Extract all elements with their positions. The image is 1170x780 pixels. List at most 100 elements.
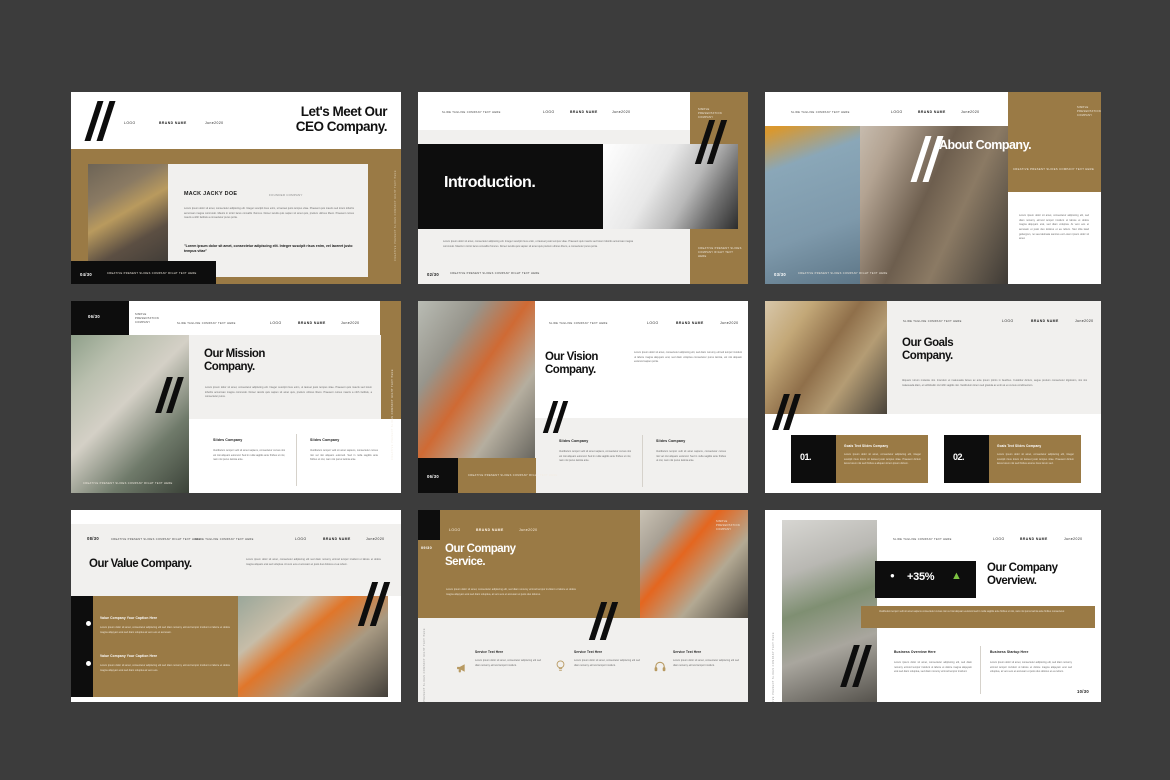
bullet-marker xyxy=(86,661,91,666)
nav-date: June2020 xyxy=(612,110,631,114)
slide-our-mission[interactable]: 06/30 Simple Presentation Company SLIDE … xyxy=(71,301,401,493)
page-number: 04/30 xyxy=(80,272,92,277)
nav-logo[interactable]: LOGO xyxy=(270,321,282,325)
nav-tagline: SLIDE TAGLINE COMPANY TEXT HERE xyxy=(442,111,501,114)
ceo-body: Lorem ipsum dolor sit amet, consectetur … xyxy=(184,207,354,220)
column-divider xyxy=(980,646,981,694)
side-vertical-text: Creative Present Slides Company Text Her… xyxy=(772,632,775,702)
stat-badge[interactable]: ● +35% ▲ xyxy=(875,561,976,598)
nav-brand[interactable]: BRAND NAME xyxy=(1020,537,1048,541)
logo-slash-icon xyxy=(84,101,116,141)
logo-slash-icon xyxy=(542,401,569,433)
banner-text: Vestibulum tempor velit sit amet sapiens… xyxy=(879,610,1065,613)
nav-date: June2020 xyxy=(341,321,360,325)
slide-title: Our Company Overview. xyxy=(987,562,1058,587)
value-body: Lorem ipsum dolor sit amet, consectetur … xyxy=(246,558,381,566)
service-heading: Service Text Here xyxy=(673,650,702,654)
slide-introduction[interactable]: SLIDE TAGLINE COMPANY TEXT HERE LOGO BRA… xyxy=(418,92,748,284)
nav-date: June2020 xyxy=(961,110,980,114)
photo-caption: Creative Present Slides Company Right Te… xyxy=(83,482,173,485)
nav-date: June2020 xyxy=(720,321,739,325)
nav-brand[interactable]: BRAND NAME xyxy=(1031,319,1059,323)
nav-brand[interactable]: BRAND NAME xyxy=(918,110,946,114)
slide-company-service[interactable]: 09/30 LOGO BRAND NAME June2020 Simple Pr… xyxy=(418,510,748,702)
laptop-woman-photo xyxy=(71,335,189,493)
slide-our-vision[interactable]: SLIDE TAGLINE COMPANY TEXT HERE LOGO BRA… xyxy=(418,301,748,493)
nav-date: June2020 xyxy=(519,528,538,532)
footer-credit: Creative Present Slides Company Right Te… xyxy=(468,474,558,477)
nav-logo[interactable]: LOGO xyxy=(449,528,461,532)
service-body: Lorem ipsum dolor sit amet, consectetur … xyxy=(574,659,640,667)
value-item-heading: Value Company Your Caption Here xyxy=(100,654,158,658)
column-divider xyxy=(296,434,297,486)
value-item-body: Lorem ipsum dolor sit amet, consectetur … xyxy=(100,664,230,672)
logo-slash-icon xyxy=(840,645,872,687)
page-number: 10/30 xyxy=(1077,689,1089,694)
column-body: Vestibulum tempor velit sit amet sapiens… xyxy=(559,450,631,463)
page-number: 09/30 xyxy=(421,546,433,550)
slide-title: Our Value Company. xyxy=(89,558,192,570)
nav-tagline: SLIDE TAGLINE COMPANY TEXT HERE xyxy=(177,322,236,325)
slide-company-overview[interactable]: Creative Present Slides Company Text Her… xyxy=(765,510,1101,702)
column-heading: Business Startup Here xyxy=(990,650,1029,654)
goal-card[interactable]: 01. Goals Text Slides Company Lorem ipsu… xyxy=(791,435,928,483)
side-vertical-text: Creative Present Slides Company Right Te… xyxy=(423,628,426,702)
side-note: Creative Present Slides Company Right Te… xyxy=(698,247,742,258)
service-body: Lorem ipsum dolor sit amet, consectetur … xyxy=(673,659,739,667)
nav-brand[interactable]: BRAND NAME xyxy=(323,537,351,541)
page-number: 06/30 xyxy=(427,474,439,479)
slide-title: Our Mission Company. xyxy=(204,348,265,373)
slide-ceo-company[interactable]: LOGO BRAND NAME June2020 Let's Meet Our … xyxy=(71,92,401,284)
intro-body: Lorem ipsum dolor sit amet, consectetur … xyxy=(443,240,633,248)
corner-badge: Simple Presentation Company xyxy=(716,520,740,531)
column-heading: Slides Company xyxy=(213,438,243,442)
goal-card[interactable]: 02. Goals Text Slides Company Lorem ipsu… xyxy=(944,435,1081,483)
nav-logo[interactable]: LOGO xyxy=(543,110,555,114)
nav-logo[interactable]: LOGO xyxy=(1002,319,1014,323)
slide-about-company[interactable]: SLIDE TAGLINE COMPANY TEXT HERE LOGO BRA… xyxy=(765,92,1101,284)
service-heading: Service Text Here xyxy=(475,650,504,654)
badge-dot-icon: ● xyxy=(890,571,895,580)
nav-brand[interactable]: BRAND NAME xyxy=(476,528,504,532)
ceo-name: MACK JACKY DOE xyxy=(184,191,238,197)
nav-brand[interactable]: BRAND NAME xyxy=(570,110,598,114)
bullet-marker xyxy=(86,621,91,626)
service-heading: Service Text Here xyxy=(574,650,603,654)
goal-heading: Goals Text Slides Company xyxy=(997,444,1042,448)
page-number: 06/30 xyxy=(88,314,100,319)
nav-logo[interactable]: LOGO xyxy=(124,121,136,125)
logo-slash-icon xyxy=(694,120,728,164)
logo-slash-icon xyxy=(772,394,801,430)
slide-title: Introduction. xyxy=(444,174,536,191)
nav-date: June2020 xyxy=(366,537,385,541)
page-number: 08/30 xyxy=(87,536,99,541)
nav-logo[interactable]: LOGO xyxy=(891,110,903,114)
nav-brand[interactable]: BRAND NAME xyxy=(298,321,326,325)
nav-date: June2020 xyxy=(1075,319,1094,323)
goals-body: Aliquam rutrum molestie nisi. Interdum e… xyxy=(902,379,1087,387)
mission-body: Lorem ipsum dolor sit amet, consectetur … xyxy=(205,386,372,399)
badge-arrow-up-icon: ▲ xyxy=(951,570,962,582)
side-vertical-text: Creative Present Slides Company Right Te… xyxy=(391,369,394,460)
nav-brand[interactable]: BRAND NAME xyxy=(159,121,187,125)
nav-logo[interactable]: LOGO xyxy=(993,537,1005,541)
slide-title: Our Goals Company. xyxy=(902,337,954,362)
nav-logo[interactable]: LOGO xyxy=(647,321,659,325)
column-heading: Slides Company xyxy=(310,438,340,442)
column-divider xyxy=(642,435,643,487)
nav-brand[interactable]: BRAND NAME xyxy=(676,321,704,325)
slide-our-goals[interactable]: SLIDE TAGLINE COMPANY TEXT HERE LOGO BRA… xyxy=(765,301,1101,493)
column-body: Vestibulum tempor velit sit amet sapiens… xyxy=(310,449,378,462)
column-heading: Slides Company xyxy=(559,439,589,443)
column-heading: Slides Company xyxy=(656,439,686,443)
column-body: Vestibulum tempor velit sit amet sapiens… xyxy=(213,449,285,462)
slide-our-value[interactable]: 08/30 Creative Present Slides Company Ri… xyxy=(71,510,401,702)
column-body: Vestibulum tempor velit sit amet sapiens… xyxy=(656,450,726,463)
logo-slash-icon xyxy=(357,582,391,626)
corner-badge: Simple Presentation Company xyxy=(135,313,159,324)
logo-slash-icon xyxy=(588,602,618,640)
side-vertical-text: Creative Present Slides Company Right Te… xyxy=(394,170,397,261)
vision-body: Lorem ipsum dolor sit amet, consectetur … xyxy=(634,351,742,364)
nav-logo[interactable]: LOGO xyxy=(295,537,307,541)
slide-title: Our Vision Company. xyxy=(545,351,598,376)
